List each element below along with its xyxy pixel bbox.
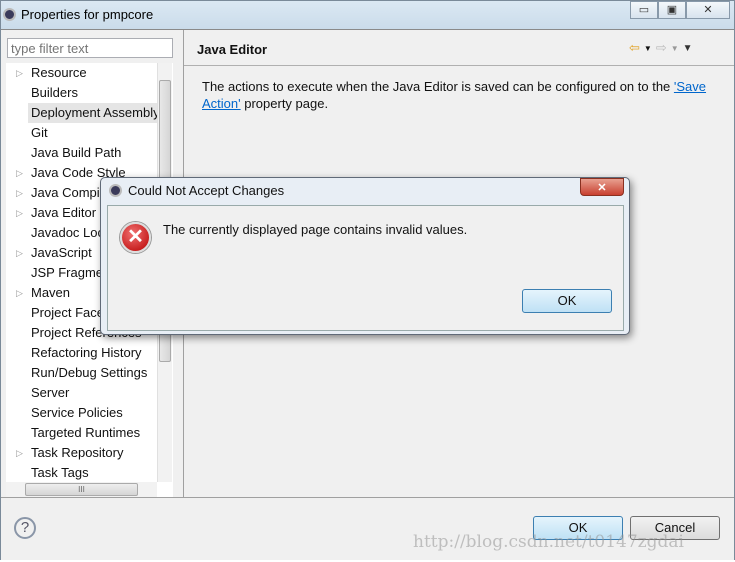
tree-item[interactable]: Targeted Runtimes <box>6 423 156 443</box>
tree-item[interactable]: ▷ Resource <box>6 63 156 83</box>
tree-item-label: Maven <box>31 285 71 300</box>
expand-arrow-icon[interactable]: ▷ <box>16 203 23 223</box>
expand-arrow-icon[interactable]: ▷ <box>16 183 23 203</box>
error-icon: ✕ <box>120 222 151 253</box>
tree-item-label: Targeted Runtimes <box>31 425 141 440</box>
tree-item[interactable]: Task Tags <box>6 463 156 483</box>
eclipse-icon <box>3 8 16 21</box>
back-icon[interactable]: ⇦ <box>629 40 640 56</box>
tree-item[interactable]: Service Policies <box>6 403 156 423</box>
window-title: Properties for pmpcore <box>21 7 154 22</box>
tree-item-label: Service Policies <box>31 405 123 420</box>
eclipse-icon <box>109 184 122 197</box>
tree-item-label: Refactoring History <box>31 345 142 360</box>
back-menu-icon[interactable]: ▼ <box>644 44 652 53</box>
tree-item[interactable]: Refactoring History <box>6 343 156 363</box>
tree-item-label: Git <box>31 125 48 140</box>
maximize-button[interactable]: ▣ <box>658 1 686 19</box>
tree-item-label: Task Tags <box>31 465 89 480</box>
forward-icon[interactable]: ⇨ <box>656 40 667 56</box>
dialog-ok-button[interactable]: OK <box>522 289 612 313</box>
tree-item-label: Run/Debug Settings <box>31 365 148 380</box>
tree-item-label: Task Repository <box>31 445 124 460</box>
expand-arrow-icon[interactable]: ▷ <box>16 163 23 183</box>
tree-item-label: Server <box>31 385 70 400</box>
close-button[interactable]: ✕ <box>686 1 730 19</box>
expand-arrow-icon[interactable]: ▷ <box>16 283 23 303</box>
page-description: The actions to execute when the Java Edi… <box>202 79 707 111</box>
view-menu-icon[interactable]: ▼ <box>683 43 693 54</box>
tree-item[interactable]: Deployment Assembly <box>6 103 158 123</box>
tree-item-label: Deployment Assembly <box>28 103 158 123</box>
tree-item[interactable]: ▷ Task Repository <box>6 443 156 463</box>
tree-item[interactable]: Java Build Path <box>6 143 156 163</box>
tree-item-label: Builders <box>31 85 78 100</box>
expand-arrow-icon[interactable]: ▷ <box>16 443 23 463</box>
tree-item[interactable]: Server <box>6 383 156 403</box>
watermark: http://blog.csdn.net/t0147zgdai <box>413 532 684 552</box>
minimize-button[interactable]: ▭ <box>630 1 658 19</box>
filter-input[interactable] <box>7 38 173 58</box>
tree-item-label: Java Build Path <box>31 145 122 160</box>
dialog-close-button[interactable]: ✕ <box>580 178 624 196</box>
tree-horizontal-scrollbar[interactable]: III <box>6 482 157 497</box>
dialog-message: The currently displayed page contains in… <box>163 222 468 237</box>
dialog-title: Could Not Accept Changes <box>128 183 285 198</box>
tree-item-label: Resource <box>31 65 87 80</box>
expand-arrow-icon[interactable]: ▷ <box>16 63 23 83</box>
error-dialog: Could Not Accept Changes ✕ ✕ The current… <box>100 177 630 335</box>
tree-item[interactable]: Builders <box>6 83 156 103</box>
page-title: Java Editor <box>197 42 268 57</box>
tree-item[interactable]: Run/Debug Settings <box>6 363 156 383</box>
help-button[interactable]: ? <box>14 517 36 539</box>
forward-menu-icon[interactable]: ▼ <box>671 44 679 53</box>
tree-item-label: JavaScript <box>31 245 92 260</box>
expand-arrow-icon[interactable]: ▷ <box>16 243 23 263</box>
tree-item[interactable]: Git <box>6 123 156 143</box>
tree-item-label: Java Editor <box>31 205 97 220</box>
